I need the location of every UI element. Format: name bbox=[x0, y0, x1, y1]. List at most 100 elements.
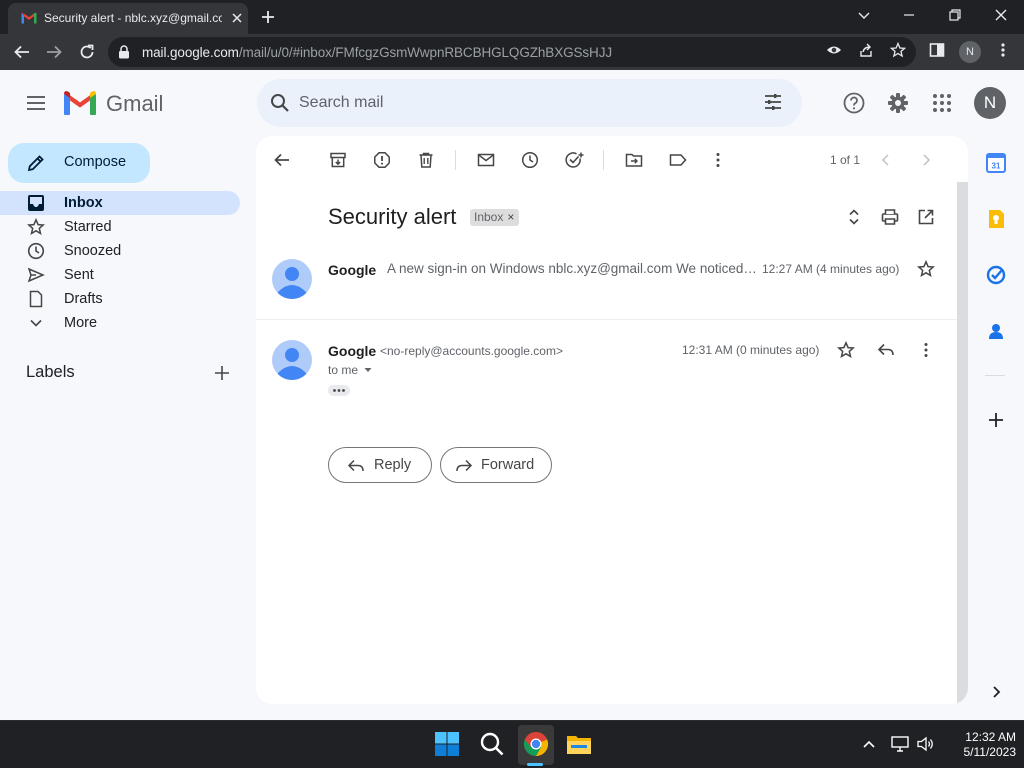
search-icon[interactable] bbox=[270, 93, 290, 113]
reload-icon[interactable] bbox=[78, 43, 96, 61]
file-explorer-icon[interactable] bbox=[566, 731, 592, 757]
reply-label: Reply bbox=[374, 457, 412, 473]
sender-avatar[interactable] bbox=[272, 340, 312, 380]
close-tab-icon[interactable] bbox=[230, 11, 244, 25]
windows-start-icon[interactable] bbox=[434, 731, 460, 757]
label-tag-icon[interactable] bbox=[669, 151, 687, 169]
snooze-clock-icon[interactable] bbox=[521, 151, 539, 169]
print-icon[interactable] bbox=[881, 208, 899, 226]
google-contacts-icon[interactable] bbox=[986, 321, 1006, 341]
back-to-inbox-icon[interactable] bbox=[273, 151, 291, 169]
delete-icon[interactable] bbox=[417, 151, 435, 169]
message-sender[interactable]: Google bbox=[328, 343, 376, 359]
browser-profile-avatar[interactable]: N bbox=[959, 41, 981, 63]
eye-icon[interactable] bbox=[826, 42, 842, 58]
nav-label: Drafts bbox=[64, 291, 103, 307]
mark-unread-icon[interactable] bbox=[477, 151, 495, 169]
newer-chevron-left-icon[interactable] bbox=[877, 151, 895, 169]
google-calendar-icon[interactable]: 31 bbox=[986, 153, 1006, 173]
show-trimmed-content-button[interactable] bbox=[328, 385, 350, 396]
browser-toolbar: mail.google.com/mail/u/0/#inbox/FMfcgzGs… bbox=[0, 34, 1024, 70]
recipient-summary[interactable]: to me bbox=[328, 363, 358, 377]
nav-item-drafts[interactable]: Drafts bbox=[0, 287, 240, 311]
send-icon bbox=[27, 266, 45, 284]
move-to-icon[interactable] bbox=[625, 151, 643, 169]
gmail-wordmark[interactable]: Gmail bbox=[106, 91, 163, 117]
caret-down-icon[interactable] bbox=[363, 365, 373, 375]
chrome-app-icon[interactable] bbox=[523, 731, 549, 757]
google-apps-icon[interactable] bbox=[931, 92, 953, 114]
nav-item-sent[interactable]: Sent bbox=[0, 263, 240, 287]
settings-gear-icon[interactable] bbox=[887, 92, 909, 114]
star-message-icon[interactable] bbox=[837, 341, 855, 359]
account-avatar[interactable]: N bbox=[974, 87, 1006, 119]
taskbar-search-icon[interactable] bbox=[479, 731, 505, 757]
reply-button[interactable]: Reply bbox=[328, 447, 432, 483]
message-more-icon[interactable] bbox=[917, 341, 935, 359]
scrollbar[interactable] bbox=[957, 182, 968, 704]
clock-icon bbox=[27, 242, 45, 260]
url-text: mail.google.com/mail/u/0/#inbox/FMfcgzGs… bbox=[142, 45, 612, 60]
main-menu-icon[interactable] bbox=[25, 93, 47, 113]
minimize-icon[interactable] bbox=[902, 8, 916, 22]
new-tab-icon[interactable] bbox=[260, 9, 276, 25]
share-icon[interactable] bbox=[858, 42, 874, 58]
browser-title-bar: Security alert - nblc.xyz@gmail.com - Gm… bbox=[0, 0, 1024, 34]
side-panel-icon[interactable] bbox=[929, 42, 945, 58]
show-hidden-icons-chevron-icon[interactable] bbox=[861, 736, 877, 752]
bookmark-star-icon[interactable] bbox=[890, 42, 906, 58]
open-new-window-icon[interactable] bbox=[917, 208, 935, 226]
nav-item-more[interactable]: More bbox=[0, 311, 240, 335]
nav-item-starred[interactable]: Starred bbox=[0, 215, 240, 239]
star-message-icon[interactable] bbox=[917, 260, 935, 278]
clock-date: 5/11/2023 bbox=[963, 745, 1017, 759]
label-chip-text: Inbox bbox=[474, 210, 504, 224]
report-spam-icon[interactable] bbox=[373, 151, 391, 169]
system-clock[interactable]: 12:32 AM 5/11/2023 bbox=[940, 730, 1017, 760]
older-chevron-right-icon[interactable] bbox=[917, 151, 935, 169]
browser-tab-active[interactable]: Security alert - nblc.xyz@gmail.com - Gm… bbox=[8, 3, 248, 34]
close-window-icon[interactable] bbox=[994, 8, 1008, 22]
help-icon[interactable] bbox=[843, 92, 865, 114]
back-arrow-icon[interactable] bbox=[13, 43, 31, 61]
sender-avatar[interactable] bbox=[272, 259, 312, 299]
expand-all-icon[interactable] bbox=[845, 208, 863, 226]
google-tasks-icon[interactable] bbox=[986, 265, 1006, 285]
add-label-icon[interactable] bbox=[213, 364, 231, 382]
restore-icon[interactable] bbox=[948, 8, 962, 22]
network-icon[interactable] bbox=[891, 736, 909, 752]
nav-item-inbox[interactable]: Inbox bbox=[0, 191, 240, 215]
add-to-tasks-icon[interactable] bbox=[565, 151, 585, 169]
nav-item-snoozed[interactable]: Snoozed bbox=[0, 239, 240, 263]
toolbar-divider bbox=[455, 150, 456, 170]
message-snippet[interactable]: A new sign-in on Windows nblc.xyz@gmail.… bbox=[387, 261, 759, 276]
google-keep-icon[interactable] bbox=[986, 209, 1006, 229]
remove-label-icon[interactable]: × bbox=[507, 210, 514, 224]
forward-arrow-icon[interactable] bbox=[45, 43, 63, 61]
message-timestamp: 12:27 AM (4 minutes ago) bbox=[762, 262, 900, 276]
volume-icon[interactable] bbox=[917, 736, 935, 752]
compose-button[interactable]: Compose bbox=[8, 143, 150, 183]
more-options-icon[interactable] bbox=[709, 151, 727, 169]
lock-icon[interactable] bbox=[118, 45, 130, 59]
browser-menu-icon[interactable] bbox=[995, 42, 1011, 58]
show-side-panel-chevron-icon[interactable] bbox=[988, 684, 1004, 700]
compose-label: Compose bbox=[64, 154, 127, 170]
gmail-logo-icon[interactable] bbox=[64, 90, 96, 115]
tab-search-chevron-icon[interactable] bbox=[857, 8, 871, 22]
message-divider bbox=[256, 319, 957, 320]
side-panel-divider bbox=[985, 375, 1005, 376]
address-bar[interactable]: mail.google.com/mail/u/0/#inbox/FMfcgzGs… bbox=[108, 37, 916, 67]
get-addons-plus-icon[interactable] bbox=[986, 410, 1006, 430]
forward-button[interactable]: Forward bbox=[440, 447, 552, 483]
message-sender[interactable]: Google bbox=[328, 262, 376, 278]
inbox-label-chip[interactable]: Inbox × bbox=[470, 209, 520, 226]
taskbar-active-indicator bbox=[527, 763, 543, 766]
forward-arrow-icon bbox=[455, 457, 473, 475]
search-input[interactable] bbox=[299, 90, 739, 116]
reply-icon[interactable] bbox=[877, 341, 895, 359]
archive-icon[interactable] bbox=[329, 151, 347, 169]
search-bar bbox=[257, 79, 802, 127]
search-options-icon[interactable] bbox=[763, 92, 783, 112]
tab-title: Security alert - nblc.xyz@gmail.com - Gm… bbox=[44, 11, 222, 25]
